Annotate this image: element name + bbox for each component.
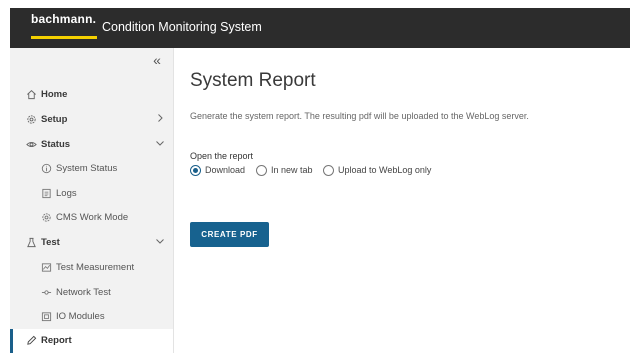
sidebar-item-network-test[interactable]: Network Test (10, 281, 173, 305)
sidebar-item-label: Home (41, 89, 68, 100)
open-report-label: Open the report (190, 151, 254, 161)
chart-icon (41, 263, 52, 272)
info-icon (41, 163, 52, 174)
radio-download[interactable]: Download (190, 164, 252, 178)
pencil-icon (27, 335, 37, 345)
sidebar-item-label: CMS Work Mode (56, 212, 129, 223)
sidebar: « Home Setup Status System Status Logs C… (10, 48, 174, 353)
flask-icon (27, 237, 36, 248)
radio-upload-weblog-only[interactable]: Upload to WebLog only (323, 164, 443, 178)
document-icon (42, 188, 51, 199)
sidebar-item-label: Network Test (56, 287, 111, 298)
top-bar: bachmann. Condition Monitoring System (10, 8, 630, 48)
page-title: System Report (190, 70, 316, 91)
sidebar-item-report[interactable]: Report (10, 329, 173, 353)
page-description: Generate the system report. The resultin… (190, 111, 529, 121)
chevron-down-icon (156, 141, 164, 146)
radio-circle[interactable] (256, 165, 267, 176)
main-content: System Report Generate the system report… (174, 48, 630, 353)
radio-label: Upload to WebLog only (338, 165, 432, 175)
chevron-down-icon (156, 239, 164, 244)
app-title: Condition Monitoring System (102, 20, 262, 34)
bachmann-logo: bachmann. (31, 12, 97, 40)
gear-icon (42, 213, 51, 222)
sidebar-item-test-measurement[interactable]: Test Measurement (10, 256, 173, 280)
logo-text: bachmann. (31, 12, 97, 26)
network-icon (41, 290, 52, 295)
sidebar-item-label: Setup (41, 114, 68, 125)
sidebar-item-system-status[interactable]: System Status (10, 157, 173, 181)
create-pdf-button[interactable]: CREATE PDF (190, 222, 269, 247)
sidebar-item-label: System Status (56, 163, 118, 174)
sidebar-item-label: Status (41, 139, 71, 150)
sidebar-item-home[interactable]: Home (10, 83, 173, 107)
radio-label: In new tab (271, 165, 313, 175)
sidebar-item-logs[interactable]: Logs (10, 182, 173, 206)
sidebar-item-label: Test (41, 237, 60, 248)
gear-icon (27, 115, 36, 124)
home-icon (27, 90, 36, 100)
radio-circle[interactable] (323, 165, 334, 176)
sidebar-item-label: Logs (56, 188, 77, 199)
sidebar-item-setup[interactable]: Setup (10, 108, 173, 132)
radio-circle[interactable] (190, 165, 201, 176)
eye-icon (26, 141, 37, 148)
radio-label: Download (205, 165, 246, 175)
module-icon (41, 312, 52, 322)
radio-in-new-tab[interactable]: In new tab (256, 164, 318, 178)
sidebar-item-label: Test Measurement (56, 262, 135, 273)
sidebar-item-test[interactable]: Test (10, 231, 173, 255)
collapse-sidebar-button[interactable]: « (150, 53, 164, 68)
sidebar-item-label: IO Modules (56, 311, 105, 322)
logo-underline (31, 36, 97, 39)
sidebar-item-io-modules[interactable]: IO Modules (10, 305, 173, 329)
sidebar-item-label: Report (41, 335, 72, 346)
app-window: bachmann. Condition Monitoring System « … (10, 8, 630, 353)
sidebar-item-cms-work-mode[interactable]: CMS Work Mode (10, 206, 173, 230)
chevron-right-icon (158, 114, 163, 122)
sidebar-item-status[interactable]: Status (10, 133, 173, 157)
